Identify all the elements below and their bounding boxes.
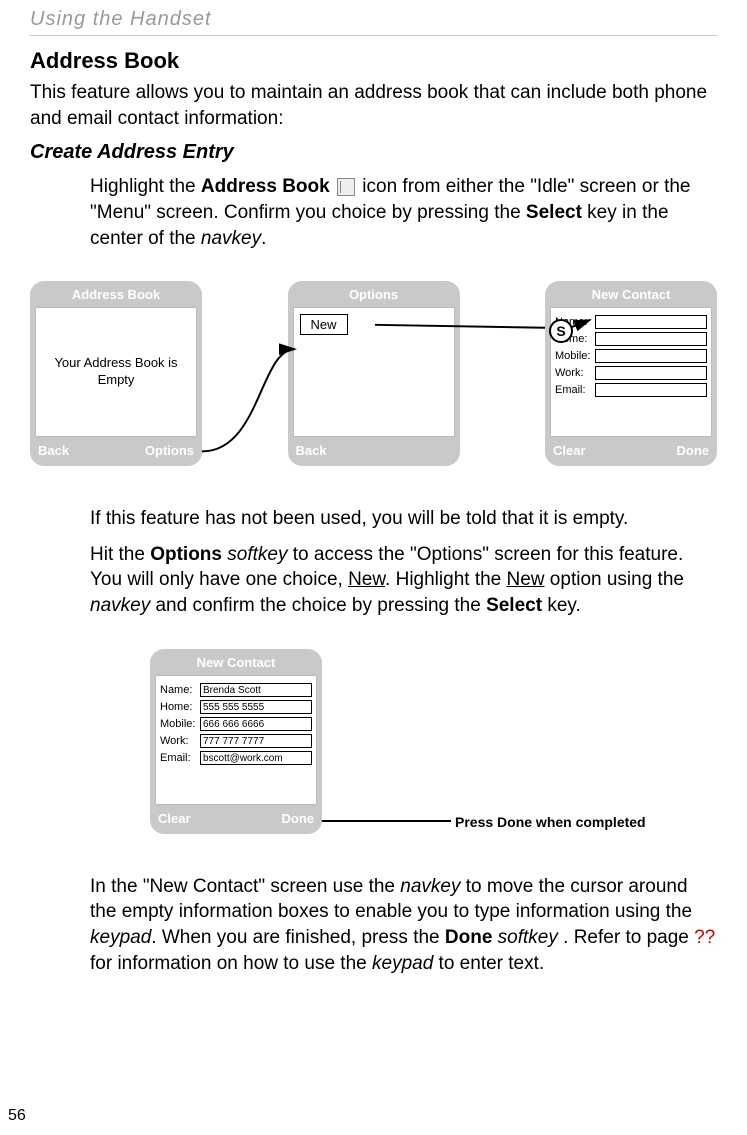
field-name[interactable] (595, 315, 707, 329)
instruction-para-1: Highlight the Address Book icon from eit… (30, 174, 717, 251)
screen-address-book: Address Book Your Address Book is Empty … (30, 281, 202, 466)
subsection-title: Create Address Entry (30, 141, 717, 164)
screen-title: Address Book (30, 281, 202, 307)
section-title: Address Book (30, 48, 717, 74)
label-mobile: Mobile: (160, 718, 200, 730)
label-mobile: Mobile: (555, 350, 595, 362)
label-email: Email: (160, 752, 200, 764)
instruction-para-4: In the "New Contact" screen use the navk… (30, 874, 717, 977)
label-work: Work: (160, 735, 200, 747)
screen-body: New (293, 307, 455, 437)
screen-new-contact-blank: New Contact Name: Home: Mobile: Work: Em… (545, 281, 717, 466)
softkey-done[interactable]: Done (677, 443, 710, 458)
instruction-para-2: If this feature has not been used, you w… (30, 506, 717, 532)
instruction-para-3: Hit the Options softkey to access the "O… (30, 542, 717, 619)
label-email: Email: (555, 384, 595, 396)
field-home[interactable]: 555 555 5555 (200, 700, 312, 714)
intro-text: This feature allows you to maintain an a… (30, 80, 717, 131)
option-new[interactable]: New (300, 314, 348, 335)
softkey-clear[interactable]: Clear (553, 443, 586, 458)
screen-title: New Contact (545, 281, 717, 307)
screen-body: Your Address Book is Empty (35, 307, 197, 437)
softkey-clear[interactable]: Clear (158, 811, 191, 826)
callout-line (321, 820, 451, 822)
field-mobile[interactable] (595, 349, 707, 363)
field-mobile[interactable]: 666 666 6666 (200, 717, 312, 731)
screen-body: Name: Home: Mobile: Work: Email: (550, 307, 712, 437)
screen-title: New Contact (150, 649, 322, 675)
label-work: Work: (555, 367, 595, 379)
screen-title: Options (288, 281, 460, 307)
field-work[interactable] (595, 366, 707, 380)
label-home: Home: (160, 701, 200, 713)
screen-options: Options New Back (288, 281, 460, 466)
label-name: Name: (160, 684, 200, 696)
screen-new-contact-filled: New Contact Name:Brenda Scott Home:555 5… (150, 649, 322, 834)
softkey-done[interactable]: Done (282, 811, 315, 826)
page-number: 56 (8, 1107, 26, 1125)
softkey-back[interactable]: Back (296, 443, 327, 458)
screen-body: Name:Brenda Scott Home:555 555 5555 Mobi… (155, 675, 317, 805)
field-email[interactable]: bscott@work.com (200, 751, 312, 765)
field-name[interactable]: Brenda Scott (200, 683, 312, 697)
page-header: Using the Handset (30, 0, 717, 36)
callout-text: Press Done when completed (455, 814, 646, 830)
field-work[interactable]: 777 777 7777 (200, 734, 312, 748)
softkey-back[interactable]: Back (38, 443, 69, 458)
address-book-icon (337, 178, 355, 196)
field-home[interactable] (595, 332, 707, 346)
screens-row-2: New Contact Name:Brenda Scott Home:555 5… (30, 649, 717, 834)
screens-row-1: Address Book Your Address Book is Empty … (30, 281, 717, 466)
field-email[interactable] (595, 383, 707, 397)
softkey-options[interactable]: Options (145, 443, 194, 458)
